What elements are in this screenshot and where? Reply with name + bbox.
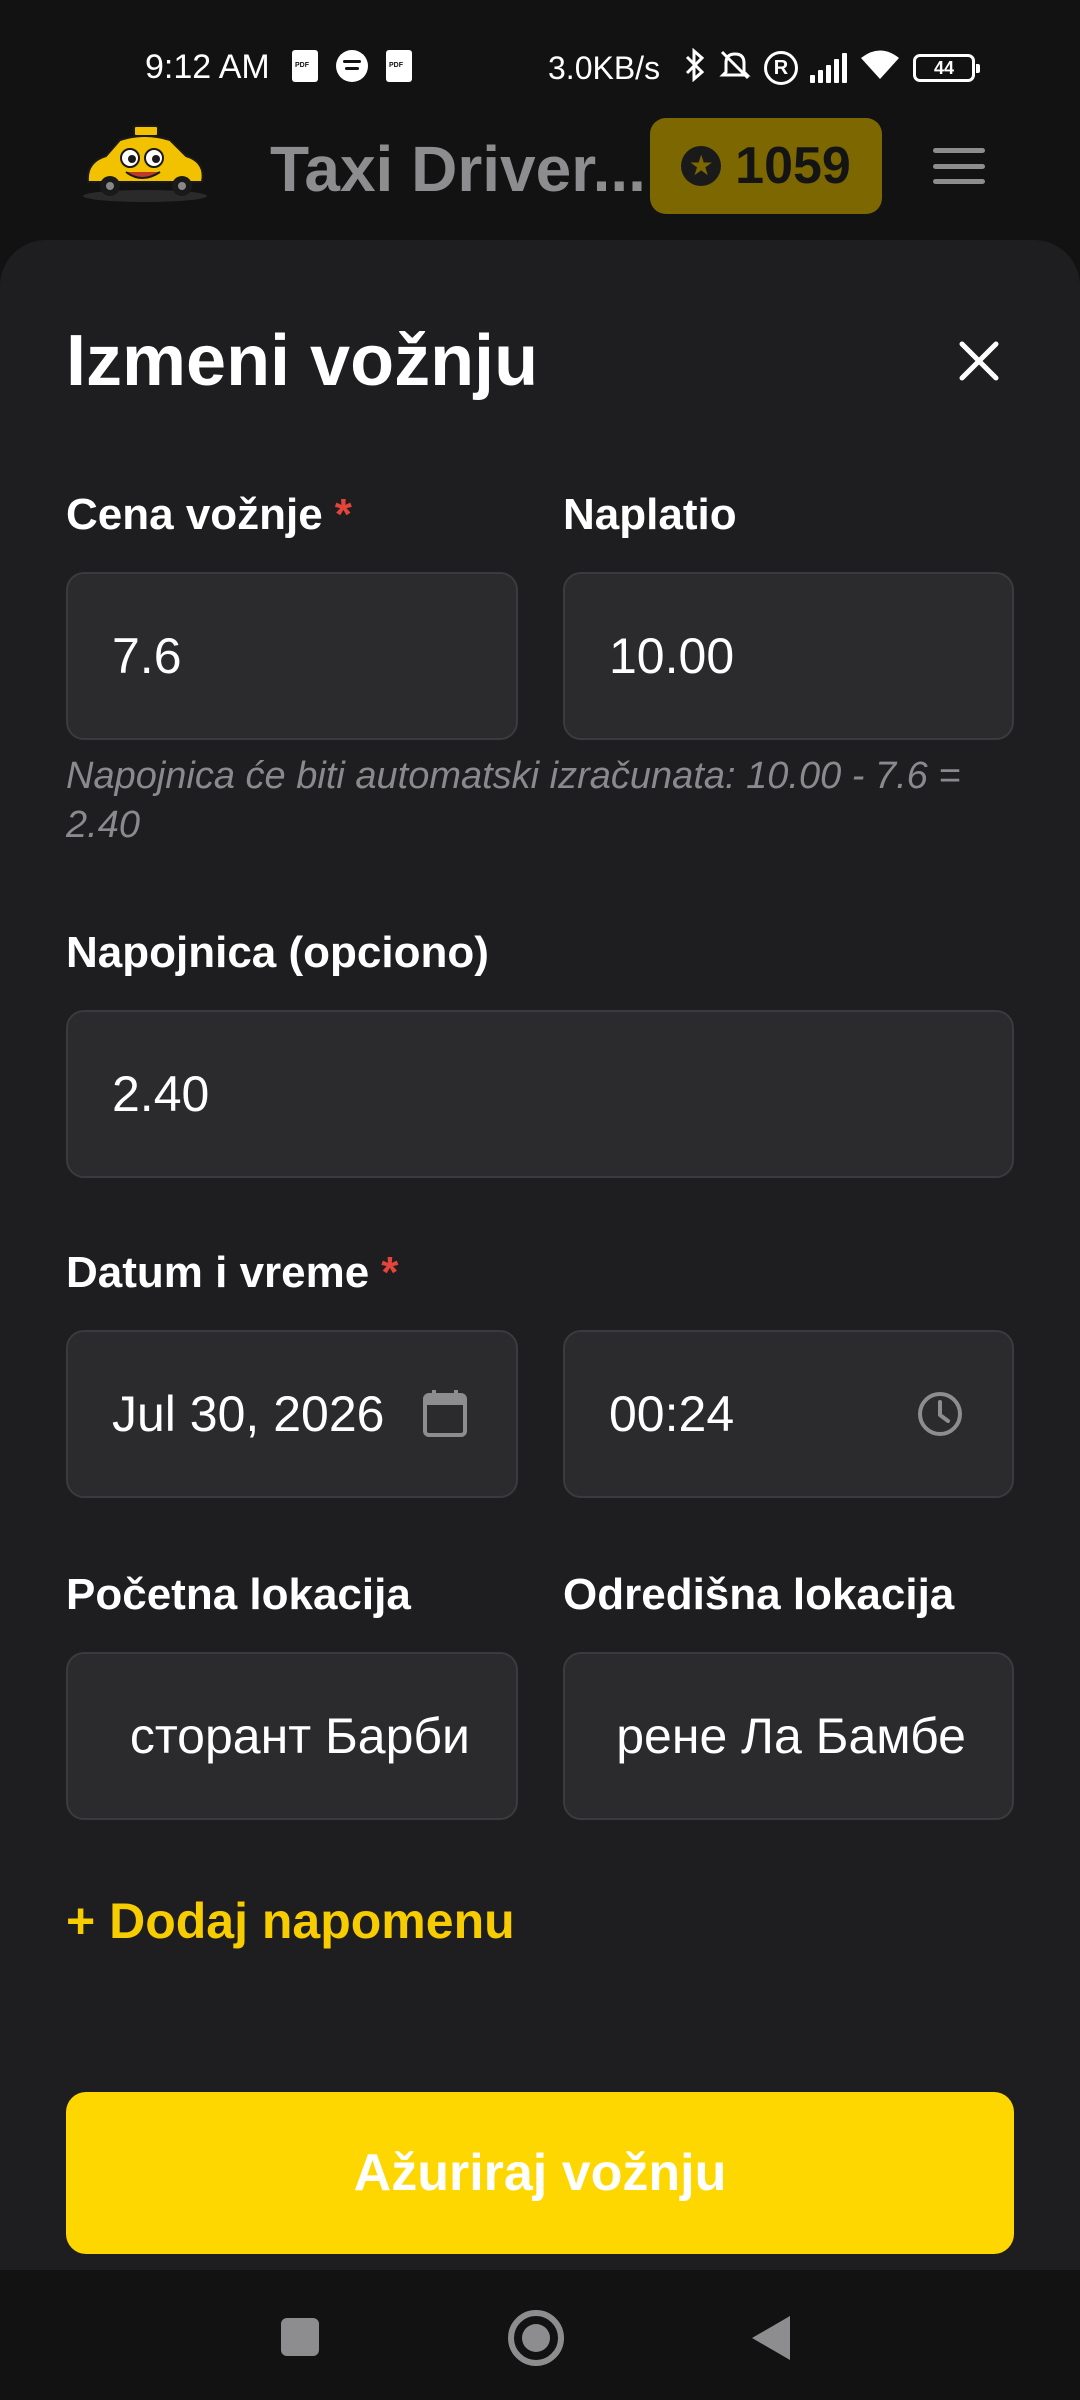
start-location-field[interactable]: сторант Барби bbox=[66, 1652, 518, 1820]
wifi-icon bbox=[859, 49, 901, 87]
date-picker[interactable]: Jul 30, 2026 bbox=[66, 1330, 518, 1498]
back-icon[interactable] bbox=[752, 2316, 790, 2360]
time-picker[interactable]: 00:24 bbox=[563, 1330, 1014, 1498]
start-location-value: сторант Барби bbox=[129, 1708, 470, 1764]
edit-ride-sheet: Izmeni vožnju Cena vožnje* Naplatio Napo… bbox=[0, 240, 1080, 2270]
end-location-value: рене Ла Бамбе bbox=[616, 1708, 966, 1764]
datetime-label: Datum i vreme * bbox=[66, 1248, 398, 1298]
start-location-label: Početna lokacija bbox=[66, 1570, 411, 1619]
app-header: Taxi Driver... ★ 1059 bbox=[0, 110, 1080, 240]
notification-icons bbox=[292, 50, 412, 82]
points-badge[interactable]: ★ 1059 bbox=[650, 118, 882, 214]
clock-icon[interactable] bbox=[916, 1390, 964, 1438]
status-bar: 9:12 AM 3.0KB/s R 44 bbox=[0, 0, 1080, 110]
update-ride-button[interactable]: Ažuriraj vožnju bbox=[66, 2092, 1014, 2254]
spotify-icon bbox=[336, 50, 368, 82]
datetime-label-text: Datum i vreme bbox=[66, 1248, 370, 1297]
pdf-icon bbox=[292, 50, 318, 82]
pdf-icon bbox=[386, 50, 412, 82]
navigation-bar bbox=[0, 2270, 1080, 2400]
charged-input[interactable] bbox=[565, 574, 1012, 738]
system-icons: R 44 bbox=[684, 47, 980, 88]
price-label-text: Cena vožnje bbox=[66, 490, 323, 539]
hamburger-menu-icon[interactable] bbox=[933, 148, 985, 184]
bell-muted-icon bbox=[718, 48, 752, 88]
network-speed: 3.0KB/s bbox=[548, 50, 661, 86]
tip-input[interactable] bbox=[68, 1012, 1012, 1176]
star-icon: ★ bbox=[681, 146, 722, 186]
bluetooth-icon bbox=[684, 47, 706, 88]
price-input[interactable] bbox=[68, 574, 516, 738]
home-icon[interactable] bbox=[508, 2310, 564, 2366]
tip-label: Napojnica (opciono) bbox=[66, 928, 489, 977]
required-marker: * bbox=[381, 1248, 399, 1297]
tip-hint: Napojnica će biti automatski izračunata:… bbox=[66, 755, 961, 846]
sheet-title: Izmeni vožnju bbox=[66, 321, 539, 401]
price-field[interactable] bbox=[66, 572, 518, 740]
date-value: Jul 30, 2026 bbox=[112, 1386, 385, 1442]
status-time: 9:12 AM bbox=[145, 48, 270, 86]
close-icon[interactable] bbox=[954, 336, 1004, 386]
registered-icon: R bbox=[764, 51, 798, 85]
add-note-link[interactable]: + Dodaj napomenu bbox=[66, 1892, 515, 1950]
time-value: 00:24 bbox=[609, 1386, 735, 1442]
charged-label: Naplatio bbox=[563, 490, 737, 539]
battery-icon: 44 bbox=[913, 54, 980, 82]
points-value: 1059 bbox=[735, 137, 851, 195]
app-title: Taxi Driver... bbox=[270, 133, 646, 205]
charged-field[interactable] bbox=[563, 572, 1014, 740]
tip-field[interactable] bbox=[66, 1010, 1014, 1178]
taxi-logo-icon bbox=[83, 125, 207, 202]
price-label: Cena vožnje * bbox=[66, 490, 352, 540]
calendar-icon[interactable] bbox=[422, 1388, 468, 1438]
end-location-label: Odredišna lokacija bbox=[563, 1570, 955, 1619]
required-marker: * bbox=[334, 490, 352, 539]
end-location-field[interactable]: рене Ла Бамбе bbox=[563, 1652, 1014, 1820]
signal-icon bbox=[810, 53, 847, 83]
recents-icon[interactable] bbox=[281, 2318, 319, 2356]
